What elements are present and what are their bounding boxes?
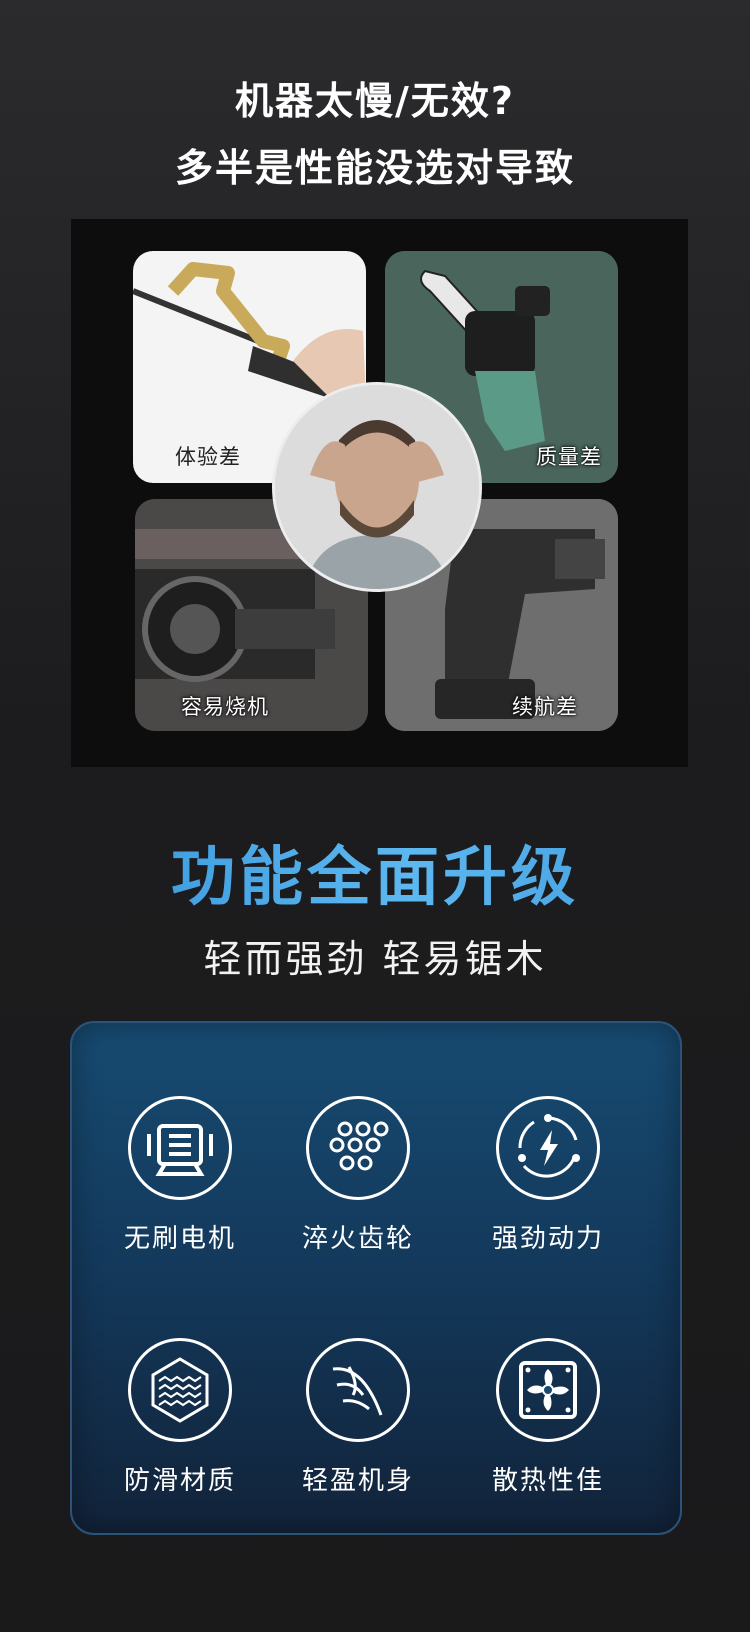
anti-slip-texture-icon	[128, 1338, 232, 1442]
feature-label: 强劲动力	[491, 1224, 604, 1254]
feature-label: 无刷电机	[123, 1224, 236, 1254]
cooling-fan-icon	[496, 1338, 600, 1442]
upgrade-subtitle: 轻而强劲 轻易锯木	[203, 937, 547, 981]
motor-icon	[128, 1096, 232, 1200]
feature-label: 轻盈机身	[301, 1466, 414, 1496]
headline-line-1: 机器太慢/无效?	[235, 79, 515, 123]
feather-leaf-icon	[306, 1338, 410, 1442]
headline-line-2: 多半是性能没选对导致	[174, 146, 575, 190]
problem-label: 体验差	[175, 445, 241, 469]
feature-label: 防滑材质	[123, 1466, 236, 1496]
feature-cooling: 散热性佳	[458, 1338, 638, 1497]
upgrade-title: 功能全面升级	[0, 826, 750, 918]
feature-lightweight: 轻盈机身	[268, 1338, 448, 1497]
feature-label: 淬火齿轮	[301, 1224, 414, 1254]
feature-hardened-gear: 淬火齿轮	[268, 1096, 448, 1255]
problem-label: 质量差	[536, 445, 602, 469]
problem-label: 容易烧机	[181, 695, 269, 719]
gear-chain-icon	[306, 1096, 410, 1200]
feature-strong-power: 强劲动力	[458, 1096, 638, 1255]
frustrated-man-photo	[272, 382, 482, 592]
problem-collage: 体验差 质量差 容易烧机 续航差	[71, 219, 688, 767]
feature-anti-slip: 防滑材质	[90, 1338, 270, 1497]
problem-label: 续航差	[512, 695, 578, 719]
power-cycle-icon	[496, 1096, 600, 1200]
feature-brushless-motor: 无刷电机	[90, 1096, 270, 1255]
feature-label: 散热性佳	[491, 1466, 604, 1496]
feature-panel: 无刷电机 淬火齿轮 强劲动力 防滑材质 轻盈机身 散热性佳	[70, 1021, 682, 1535]
